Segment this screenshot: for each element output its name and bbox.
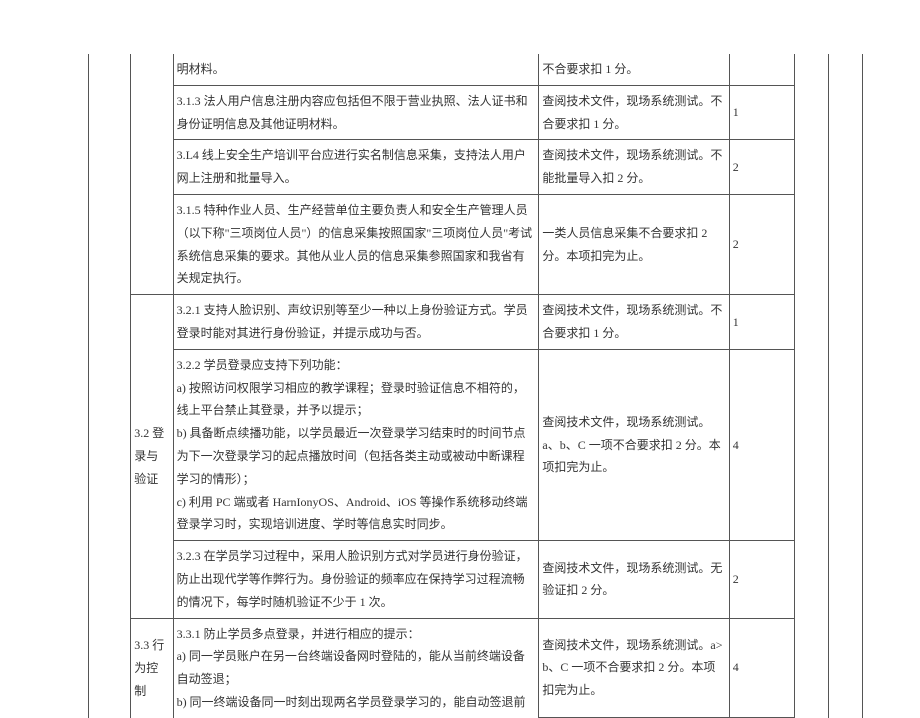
criteria-cell: 查阅技术文件，现场系统测试。a、b、C 一项不合要求扣 2 分。本项扣完为止。 bbox=[539, 349, 729, 540]
blank-cell-g bbox=[829, 54, 863, 718]
score-value: 1 bbox=[733, 315, 739, 329]
score-cell: 2 bbox=[729, 194, 795, 294]
blank-cell-f bbox=[795, 54, 829, 718]
table-row: 明材料。 不合要求扣 1 分。 bbox=[89, 54, 863, 85]
criteria-cell: 查阅技术文件，现场系统测试。无验证扣 2 分。 bbox=[539, 541, 729, 618]
table-row: 3.2.2 学员登录应支持下列功能： a) 按照访问权限学习相应的教学课程；登录… bbox=[89, 349, 863, 540]
section-cell bbox=[131, 54, 173, 295]
score-cell: 2 bbox=[729, 541, 795, 618]
requirement-cell: 3.1.3 法人用户信息注册内容应包括但不限于营业执照、法人证书和身份证明信息及… bbox=[173, 85, 539, 140]
requirement-text: 3.2.1 支持人脸识别、声纹识别等至少一种以上身份验证方式。学员登录时能对其进… bbox=[177, 303, 528, 340]
requirement-text: 明材料。 bbox=[177, 62, 225, 76]
evaluation-table: 明材料。 不合要求扣 1 分。 3.1.3 法人用户信息注册内容应包括但不限于营业执… bbox=[88, 54, 863, 718]
requirement-cell: 3.2.1 支持人脸识别、声纹识别等至少一种以上身份验证方式。学员登录时能对其进… bbox=[173, 295, 539, 350]
table-row: 3.1.3 法人用户信息注册内容应包括但不限于营业执照、法人证书和身份证明信息及… bbox=[89, 85, 863, 140]
table-row: 3.2.3 在学员学习过程中，采用人脸识别方式对学员进行身份验证，防止出现代学等… bbox=[89, 541, 863, 618]
section-label: 3.3 行为控制 bbox=[134, 638, 164, 698]
section-cell: 3.3 行为控制 bbox=[131, 618, 173, 718]
score-value: 4 bbox=[733, 438, 739, 452]
score-value: 4 bbox=[733, 660, 739, 674]
table-row: 3.2 登录与验证3.2.1 支持人脸识别、声纹识别等至少一种以上身份验证方式。… bbox=[89, 295, 863, 350]
requirement-cell: 3.3.1 防止学员多点登录，并进行相应的提示： a) 同一学员账户在另一台终端… bbox=[173, 618, 539, 718]
table-row: 3.L4 线上安全生产培训平台应进行实名制信息采集，支持法人用户网上注册和批量导… bbox=[89, 140, 863, 195]
criteria-text: 一类人员信息采集不合要求扣 2 分。本项扣完为止。 bbox=[542, 226, 707, 263]
requirement-cell: 3.L4 线上安全生产培训平台应进行实名制信息采集，支持法人用户网上注册和批量导… bbox=[173, 140, 539, 195]
category-cell bbox=[89, 54, 131, 718]
criteria-cell: 查阅技术文件，现场系统测试。不合要求扣 1 分。 bbox=[539, 85, 729, 140]
score-cell: 1 bbox=[729, 295, 795, 350]
criteria-text: 查阅技术文件，现场系统测试。无验证扣 2 分。 bbox=[542, 561, 722, 598]
score-value: 2 bbox=[733, 237, 739, 251]
score-value: 1 bbox=[733, 105, 739, 119]
criteria-cell: 查阅技术文件，现场系统测试。a>b、C 一项不合要求扣 2 分。本项扣完为止。 bbox=[539, 618, 729, 718]
section-cell: 3.2 登录与验证 bbox=[131, 295, 173, 618]
score-value: 2 bbox=[733, 572, 739, 586]
criteria-cell: 查阅技术文件，现场系统测试。不合要求扣 1 分。 bbox=[539, 295, 729, 350]
requirement-text: 3.L4 线上安全生产培训平台应进行实名制信息采集，支持法人用户网上注册和批量导… bbox=[177, 148, 526, 185]
criteria-cell: 一类人员信息采集不合要求扣 2 分。本项扣完为止。 bbox=[539, 194, 729, 294]
score-cell: 1 bbox=[729, 85, 795, 140]
criteria-text: 查阅技术文件，现场系统测试。不合要求扣 1 分。 bbox=[542, 303, 722, 340]
requirement-cell: 3.1.5 特种作业人员、生产经营单位主要负责人和安全生产管理人员（以下称"三项… bbox=[173, 194, 539, 294]
requirement-text: 3.2.3 在学员学习过程中，采用人脸识别方式对学员进行身份验证，防止出现代学等… bbox=[177, 549, 528, 609]
score-cell: 4 bbox=[729, 349, 795, 540]
requirement-text: 3.2.2 学员登录应支持下列功能： a) 按照访问权限学习相应的教学课程；登录… bbox=[177, 358, 528, 532]
criteria-text: 查阅技术文件，现场系统测试。a>b、C 一项不合要求扣 2 分。本项扣完为止。 bbox=[542, 638, 722, 698]
score-cell bbox=[729, 54, 795, 85]
criteria-text: 不合要求扣 1 分。 bbox=[542, 62, 638, 76]
criteria-cell: 不合要求扣 1 分。 bbox=[539, 54, 729, 85]
criteria-text: 查阅技术文件，现场系统测试。不能批量导入扣 2 分。 bbox=[542, 148, 722, 185]
criteria-cell: 查阅技术文件，现场系统测试。不能批量导入扣 2 分。 bbox=[539, 140, 729, 195]
requirement-cell: 3.2.3 在学员学习过程中，采用人脸识别方式对学员进行身份验证，防止出现代学等… bbox=[173, 541, 539, 618]
score-value: 2 bbox=[733, 160, 739, 174]
criteria-text: 查阅技术文件，现场系统测试。a、b、C 一项不合要求扣 2 分。本项扣完为止。 bbox=[542, 415, 720, 475]
score-cell: 4 bbox=[729, 618, 795, 718]
section-label: 3.2 登录与验证 bbox=[134, 426, 164, 486]
requirement-cell: 3.2.2 学员登录应支持下列功能： a) 按照访问权限学习相应的教学课程；登录… bbox=[173, 349, 539, 540]
requirement-cell: 明材料。 bbox=[173, 54, 539, 85]
table-row: 3.1.5 特种作业人员、生产经营单位主要负责人和安全生产管理人员（以下称"三项… bbox=[89, 194, 863, 294]
criteria-text: 查阅技术文件，现场系统测试。不合要求扣 1 分。 bbox=[542, 94, 722, 131]
table-row: 3.3 行为控制 3.3.1 防止学员多点登录，并进行相应的提示： a) 同一学员… bbox=[89, 618, 863, 718]
requirement-text: 3.3.1 防止学员多点登录，并进行相应的提示： a) 同一学员账户在另一台终端… bbox=[177, 627, 526, 709]
requirement-text: 3.1.5 特种作业人员、生产经营单位主要负责人和安全生产管理人员（以下称"三项… bbox=[177, 203, 533, 285]
requirement-text: 3.1.3 法人用户信息注册内容应包括但不限于营业执照、法人证书和身份证明信息及… bbox=[177, 94, 528, 131]
score-cell: 2 bbox=[729, 140, 795, 195]
